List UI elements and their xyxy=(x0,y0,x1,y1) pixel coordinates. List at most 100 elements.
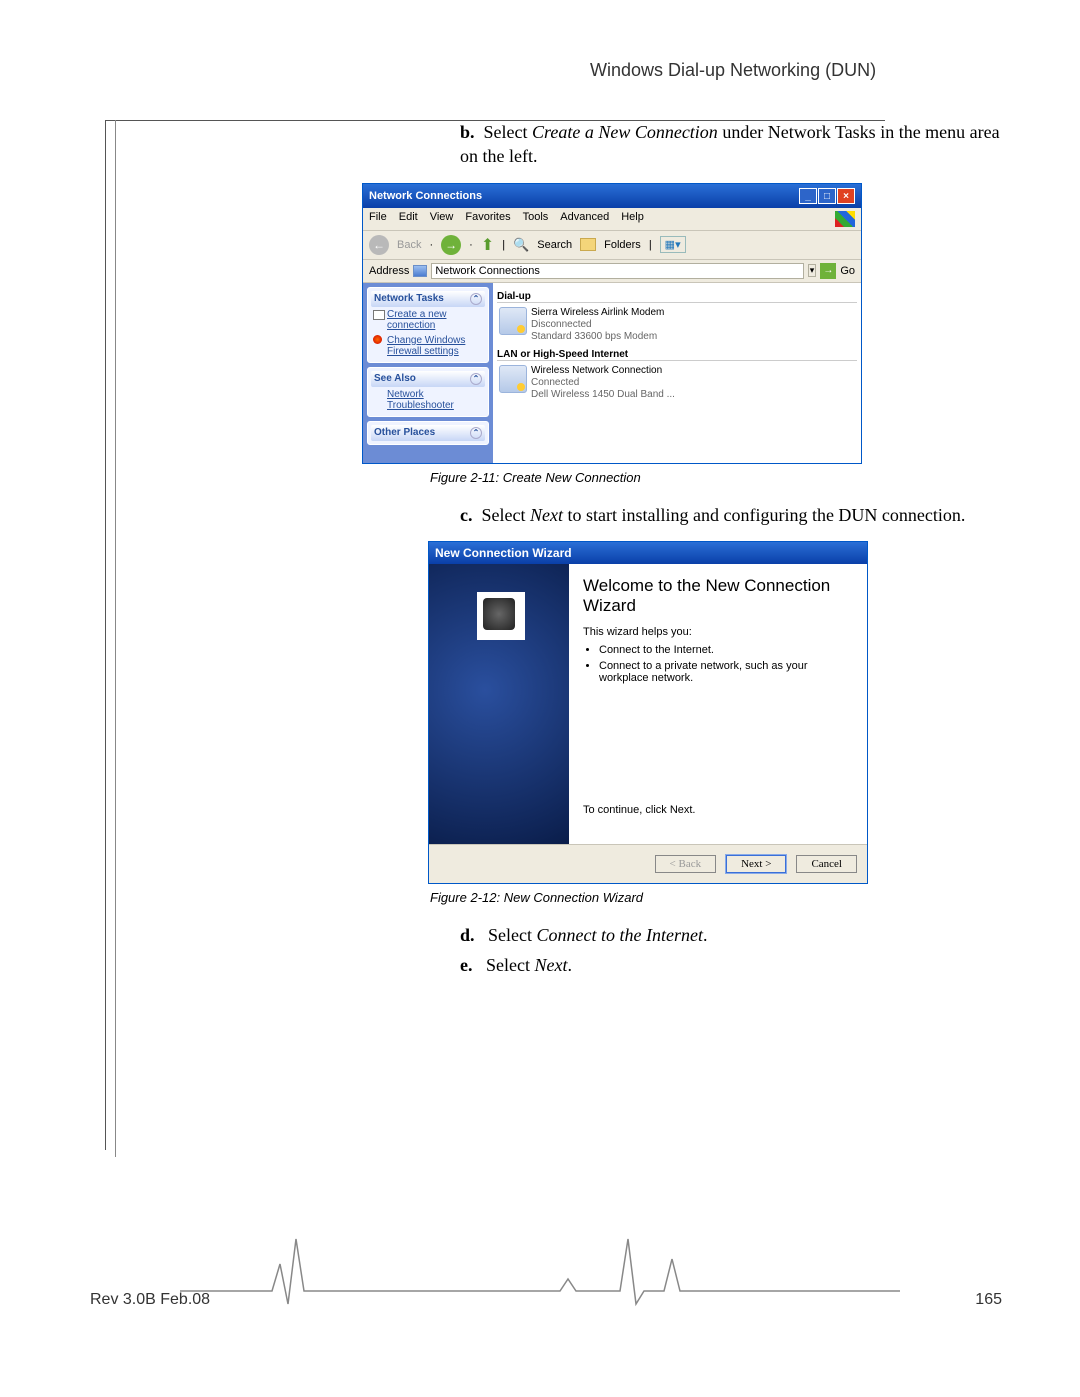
search-icon[interactable]: 🔍 xyxy=(513,237,529,253)
step-e-label: e. xyxy=(460,955,473,975)
other-places-title: Other Places xyxy=(374,427,435,438)
maximize-button[interactable]: □ xyxy=(818,188,836,204)
ekg-graphic xyxy=(180,1229,900,1309)
lan-group-header: LAN or High-Speed Internet xyxy=(497,349,857,361)
wizard-bullet-1: Connect to the Internet. xyxy=(599,644,853,656)
network-connections-window: Network Connections _□× File Edit View F… xyxy=(362,183,862,464)
wizard-buttons: < Back Next > Cancel xyxy=(429,844,867,883)
back-button[interactable]: < Back xyxy=(655,855,717,873)
address-input[interactable] xyxy=(431,263,803,279)
wizard-body: Welcome to the New Connection Wizard Thi… xyxy=(429,564,867,844)
network-tasks-box: Network Tasks ⌃ Create a new connection C… xyxy=(367,287,489,363)
content-area: b. Select Create a New Connection under … xyxy=(460,120,1010,977)
collapse-icon[interactable]: ⌃ xyxy=(470,373,482,385)
wizard-continue: To continue, click Next. xyxy=(583,804,853,816)
go-icon[interactable]: → xyxy=(820,263,836,279)
step-d: d. Select Connect to the Internet. xyxy=(460,923,1010,947)
wizard-content: Welcome to the New Connection Wizard Thi… xyxy=(569,564,867,844)
forward-icon[interactable]: → xyxy=(441,235,461,255)
other-places-box: Other Places ⌃ xyxy=(367,421,489,445)
windows-flag-icon xyxy=(835,211,855,227)
address-icon xyxy=(413,265,427,277)
step-c-label: c. xyxy=(460,505,473,525)
change-firewall-link[interactable]: Change Windows Firewall settings xyxy=(371,333,485,359)
step-b-em: Create a New Connection xyxy=(532,122,718,142)
address-label: Address xyxy=(369,265,409,277)
collapse-icon[interactable]: ⌃ xyxy=(470,427,482,439)
menu-advanced[interactable]: Advanced xyxy=(560,211,609,227)
step-e-text: Select xyxy=(486,955,534,975)
see-also-title: See Also xyxy=(374,373,416,384)
dialup-group-header: Dial-up xyxy=(497,291,857,303)
window-buttons: _□× xyxy=(798,188,855,204)
step-e-em: Next xyxy=(534,955,567,975)
window-title: Network Connections xyxy=(369,190,482,202)
page-number: 165 xyxy=(975,1291,1002,1309)
menu-edit[interactable]: Edit xyxy=(399,211,418,227)
dialup-status: Disconnected xyxy=(531,319,664,331)
wizard-heading: Welcome to the New Connection Wizard xyxy=(583,576,853,616)
cancel-button[interactable]: Cancel xyxy=(796,855,857,873)
window-body: Network Tasks ⌃ Create a new connection C… xyxy=(363,283,861,463)
menu-file[interactable]: File xyxy=(369,211,387,227)
menu-bar: File Edit View Favorites Tools Advanced … xyxy=(363,208,861,230)
dialup-item[interactable]: Sierra Wireless Airlink Modem Disconnect… xyxy=(497,305,857,345)
address-bar: Address ▾ → Go xyxy=(363,260,861,283)
revision-label: Rev 3.0B Feb.08 xyxy=(90,1291,210,1309)
wizard-sidebar-image xyxy=(429,564,569,844)
step-d-label: d. xyxy=(460,925,475,945)
next-button[interactable]: Next > xyxy=(726,855,786,873)
see-also-box: See Also ⌃ Network Troubleshooter xyxy=(367,367,489,417)
modem-icon xyxy=(499,307,527,335)
menu-tools[interactable]: Tools xyxy=(523,211,549,227)
lan-device: Dell Wireless 1450 Dual Band ... xyxy=(531,389,675,401)
step-c-em: Next xyxy=(530,505,563,525)
wizard-title: New Connection Wizard xyxy=(435,546,572,560)
network-tasks-title: Network Tasks xyxy=(374,293,444,304)
lan-name: Wireless Network Connection xyxy=(531,365,675,377)
figure-2-12-caption: Figure 2-12: New Connection Wizard xyxy=(430,890,1010,905)
create-new-connection-link[interactable]: Create a new connection xyxy=(371,307,485,333)
back-label: Back xyxy=(397,239,421,251)
menu-view[interactable]: View xyxy=(430,211,454,227)
folders-icon[interactable] xyxy=(580,238,596,251)
step-d-em: Connect to the Internet xyxy=(537,925,703,945)
menu-favorites[interactable]: Favorites xyxy=(465,211,510,227)
step-b-label: b. xyxy=(460,122,475,142)
wizard-titlebar[interactable]: New Connection Wizard xyxy=(429,542,867,564)
step-e-rest: . xyxy=(567,955,572,975)
page-frame-inner xyxy=(115,120,116,1157)
connections-list: Dial-up Sierra Wireless Airlink Modem Di… xyxy=(493,283,861,463)
step-b-text: Select xyxy=(484,122,532,142)
step-c: c. Select Next to start installing and c… xyxy=(460,503,1010,527)
minimize-button[interactable]: _ xyxy=(799,188,817,204)
folders-label: Folders xyxy=(604,239,641,251)
step-c-text: Select xyxy=(482,505,530,525)
step-d-rest: . xyxy=(703,925,708,945)
lan-item[interactable]: Wireless Network Connection Connected De… xyxy=(497,363,857,403)
wizard-intro: This wizard helps you: xyxy=(583,626,853,638)
up-icon[interactable]: ⬆ xyxy=(481,235,494,255)
back-icon[interactable]: ← xyxy=(369,235,389,255)
page-header: Windows Dial-up Networking (DUN) xyxy=(590,60,876,81)
go-label: Go xyxy=(840,265,855,277)
step-c-rest: to start installing and configuring the … xyxy=(563,505,965,525)
window-titlebar[interactable]: Network Connections _□× xyxy=(363,184,861,208)
step-d-text: Select xyxy=(488,925,536,945)
views-icon[interactable]: ▦▾ xyxy=(660,236,686,253)
search-label: Search xyxy=(537,239,572,251)
tasks-sidebar: Network Tasks ⌃ Create a new connection C… xyxy=(363,283,493,463)
lan-status: Connected xyxy=(531,377,675,389)
network-troubleshooter-link[interactable]: Network Troubleshooter xyxy=(371,387,485,413)
wireless-icon xyxy=(499,365,527,393)
address-dropdown-icon[interactable]: ▾ xyxy=(808,264,817,277)
menu-help[interactable]: Help xyxy=(621,211,644,227)
close-button[interactable]: × xyxy=(837,188,855,204)
step-e: e. Select Next. xyxy=(460,953,1010,977)
wizard-bullet-2: Connect to a private network, such as yo… xyxy=(599,660,853,684)
toolbar: ← Back · → · ⬆ | 🔍 Search Folders | ▦▾ xyxy=(363,230,861,260)
figure-2-11-caption: Figure 2-11: Create New Connection xyxy=(430,470,1010,485)
collapse-icon[interactable]: ⌃ xyxy=(470,293,482,305)
dialup-device: Standard 33600 bps Modem xyxy=(531,331,664,343)
dialup-name: Sierra Wireless Airlink Modem xyxy=(531,307,664,319)
